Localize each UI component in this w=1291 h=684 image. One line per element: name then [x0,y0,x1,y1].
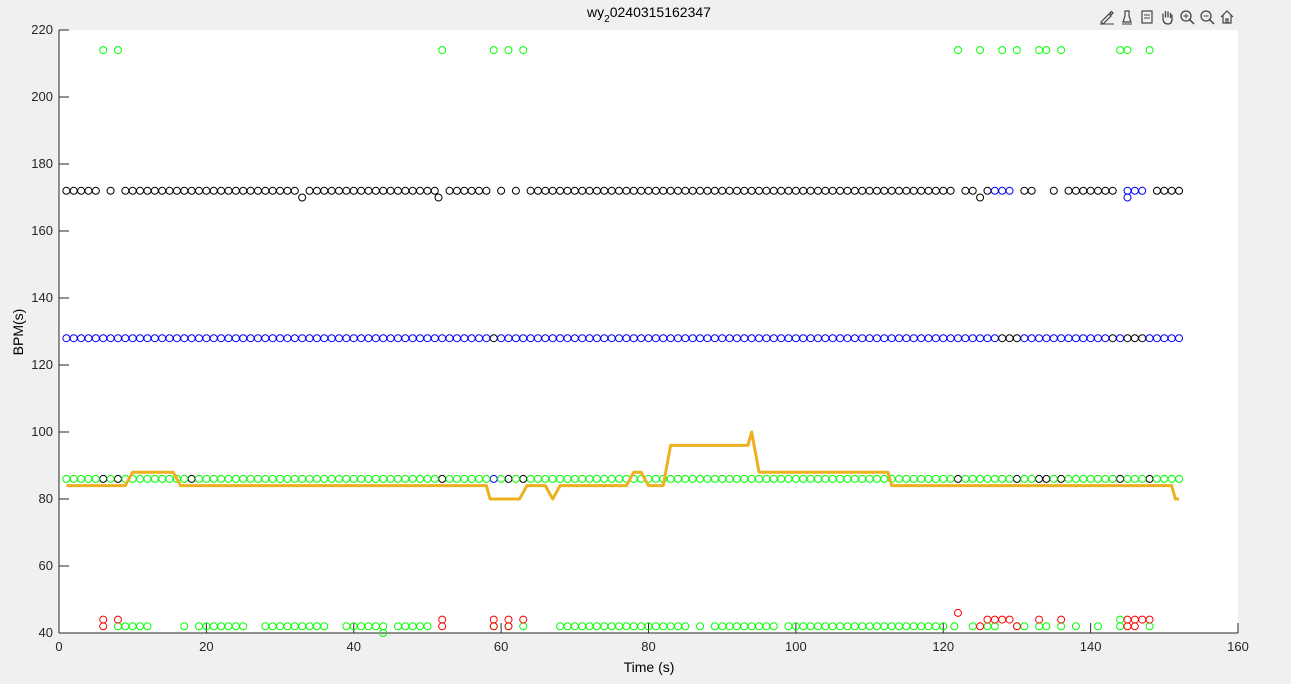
title-rest: 0240315162347 [610,4,711,20]
zoom-in-icon[interactable] [1178,8,1196,26]
title-main: wy [586,4,604,20]
x-tick-label: 80 [641,639,655,654]
y-tick-label: 220 [31,22,53,37]
axes-toolbar [1098,8,1236,26]
y-tick-label: 120 [31,357,53,372]
y-tick-label: 80 [39,491,53,506]
y-tick-label: 180 [31,156,53,171]
brush-icon[interactable] [1118,8,1136,26]
x-tick-label: 100 [785,639,807,654]
x-tick-label: 20 [199,639,213,654]
y-tick-label: 140 [31,290,53,305]
figure-canvas: 0 20 40 60 80 100 120 140 160 40 60 80 100 120 140 160 1… [10,4,1249,675]
y-tick-label: 200 [31,89,53,104]
x-tick-label: 160 [1227,639,1249,654]
y-tick-label: 100 [31,424,53,439]
x-axis-label: Time (s) [624,659,675,675]
home-icon[interactable] [1218,8,1236,26]
y-tick-label: 40 [39,625,53,640]
x-tick-label: 140 [1080,639,1102,654]
pan-icon[interactable] [1158,8,1176,26]
y-tick-label: 60 [39,558,53,573]
zoom-out-icon[interactable] [1198,8,1216,26]
x-tick-label: 60 [494,639,508,654]
y-axis-label: BPM(s) [10,309,26,356]
axes-background [59,30,1238,633]
y-tick-label: 160 [31,223,53,238]
x-tick-label: 120 [932,639,954,654]
datatip-icon[interactable] [1138,8,1156,26]
x-tick-label: 0 [55,639,62,654]
x-tick-label: 40 [347,639,361,654]
chart-title: wy20240315162347 [586,4,711,25]
edit-icon[interactable] [1098,8,1116,26]
